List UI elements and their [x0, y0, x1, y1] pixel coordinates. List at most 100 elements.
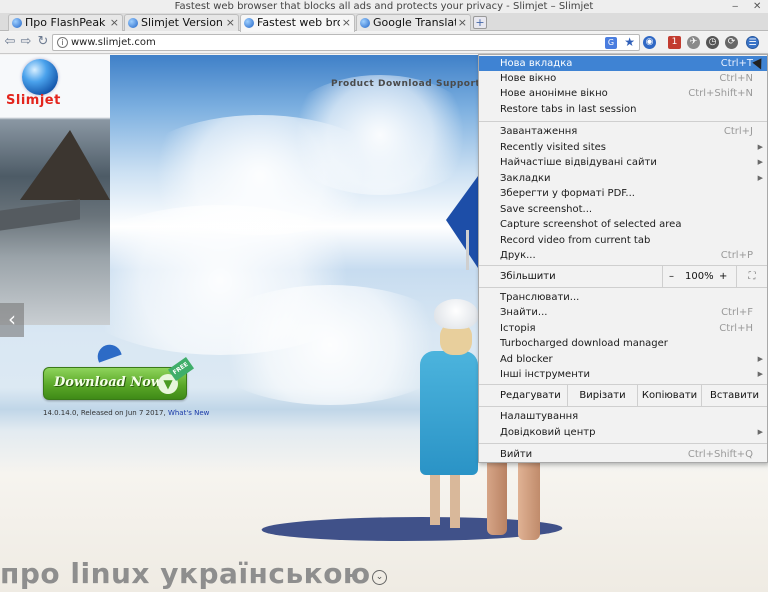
menu-item-exit[interactable]: Вийти Ctrl+Shift+Q [479, 447, 767, 462]
menu-item-new-incognito-window[interactable]: Нове анонімне вікно Ctrl+Shift+N [479, 86, 767, 101]
release-text: 14.0.14.0, Released on Jun 7 2017, [43, 409, 166, 417]
extension-plane-icon[interactable]: ✈ [687, 36, 700, 49]
tab-google-translate[interactable]: Google Translate × [356, 14, 471, 31]
menu-item-shortcut: Ctrl+T [720, 58, 753, 69]
zoom-in-button[interactable]: + [719, 266, 727, 287]
window-title: Fastest web browser that blocks all ads … [0, 0, 768, 13]
extension-globe-icon[interactable]: ◉ [643, 36, 656, 49]
zoom-label: Збільшити [500, 271, 556, 282]
whats-new-link[interactable]: What's New [168, 409, 209, 417]
nav-download[interactable]: Download [378, 79, 432, 89]
menu-item-save-screenshot[interactable]: Save screenshot... [479, 202, 767, 217]
menu-item-cast[interactable]: Транслювати... [479, 290, 767, 305]
copy-button[interactable]: Копіювати [637, 385, 701, 406]
translate-icon[interactable]: G [605, 37, 617, 49]
submenu-arrow-icon: ▶ [757, 355, 763, 363]
menu-separator [479, 287, 767, 288]
menu-item-label: Зберегти у форматі PDF... [500, 188, 635, 199]
menu-item-label: Вийти [500, 449, 533, 460]
slimjet-logo-text[interactable]: Slimjet [6, 93, 61, 108]
carousel-prev-icon[interactable]: ‹ [0, 303, 24, 337]
page-info-icon[interactable]: i [57, 37, 68, 48]
menu-item-label: Друк... [500, 250, 536, 261]
close-tab-icon[interactable]: × [226, 15, 235, 30]
new-tab-button[interactable]: + [473, 16, 487, 29]
slimjet-logo-globe-icon[interactable] [22, 59, 58, 95]
menu-item-label: Налаштування [500, 411, 579, 422]
forward-arrow-icon[interactable]: ⇨ [19, 35, 33, 49]
menu-item-history[interactable]: Історія Ctrl+H [479, 321, 767, 336]
menu-item-ad-blocker[interactable]: Ad blocker ▶ [479, 352, 767, 367]
menu-item-new-window[interactable]: Нове вікно Ctrl+N [479, 71, 767, 86]
menu-item-label: Нове анонімне вікно [500, 88, 608, 99]
menu-item-label: Нове вікно [500, 73, 557, 84]
menu-item-record-video[interactable]: Record video from current tab [479, 233, 767, 248]
back-arrow-icon[interactable]: ⇦ [3, 35, 17, 49]
menu-item-label: Закладки [500, 173, 551, 184]
tab-flashpeak[interactable]: Про FlashPeak Sli × [8, 14, 123, 31]
zoom-out-button[interactable]: – [669, 266, 674, 287]
nav-support[interactable]: Support [436, 79, 480, 89]
menu-item-recently-visited[interactable]: Recently visited sites ▶ [479, 140, 767, 155]
menu-item-settings[interactable]: Налаштування [479, 409, 767, 424]
tab-fastest-browser[interactable]: Fastest web brows × [240, 14, 355, 32]
tab-strip: Про FlashPeak Sli × Slimjet Version Hi ×… [0, 13, 768, 32]
menu-item-label: Save screenshot... [500, 204, 593, 215]
small-umbrella-shape [94, 341, 122, 363]
menu-item-label: Нова вкладка [500, 58, 573, 69]
menu-item-capture-area[interactable]: Capture screenshot of selected area [479, 217, 767, 232]
close-tab-icon[interactable]: × [458, 15, 467, 30]
slimjet-favicon-icon [12, 18, 22, 28]
chevron-down-icon[interactable]: ⌄ [372, 570, 387, 585]
menu-item-save-pdf[interactable]: Зберегти у форматі PDF... [479, 186, 767, 201]
menu-separator [479, 443, 767, 444]
menu-item-label: Знайти... [500, 307, 548, 318]
menu-item-most-visited[interactable]: Найчастіше відвідувані сайти ▶ [479, 155, 767, 170]
menu-item-shortcut: Ctrl+F [721, 307, 753, 318]
menu-item-label: Record video from current tab [500, 235, 651, 246]
menu-item-help-center[interactable]: Довідковий центр ▶ [479, 425, 767, 440]
menu-item-bookmarks[interactable]: Закладки ▶ [479, 171, 767, 186]
child-leg-shape [450, 473, 460, 528]
child-hat-shape [434, 299, 478, 329]
close-window-button[interactable]: ✕ [753, 0, 761, 13]
menu-item-downloads[interactable]: Завантаження Ctrl+J [479, 124, 767, 139]
extension-sync-icon[interactable]: ⟳ [725, 36, 738, 49]
reload-icon[interactable]: ↻ [36, 35, 50, 49]
menu-item-label: Capture screenshot of selected area [500, 219, 682, 230]
child-dress-shape [420, 351, 478, 475]
url-text[interactable]: www.slimjet.com [71, 35, 156, 50]
menu-separator [479, 121, 767, 122]
menu-item-more-tools[interactable]: Інші інструменти ▶ [479, 367, 767, 382]
child-leg-shape [430, 473, 440, 525]
cut-button[interactable]: Вирізати [567, 385, 637, 406]
paste-button[interactable]: Вставити [701, 385, 767, 406]
minimize-button[interactable]: ‒ [732, 0, 738, 13]
nav-product[interactable]: Product [331, 79, 374, 89]
download-now-button[interactable]: Download Now ▼ FREE [43, 356, 195, 400]
menu-item-print[interactable]: Друк... Ctrl+P [479, 248, 767, 263]
wrench-menu-icon[interactable]: ☰ [746, 36, 759, 49]
star-icon[interactable]: ★ [624, 35, 635, 50]
menu-item-shortcut: Ctrl+J [723, 126, 753, 137]
fullscreen-icon[interactable]: ⛶ [736, 266, 767, 287]
menu-item-restore-tabs[interactable]: Restore tabs in last session [479, 102, 767, 117]
menu-item-download-manager[interactable]: Turbocharged download manager [479, 336, 767, 351]
menu-item-label: Транслювати... [500, 292, 580, 303]
menu-edit-row: Редагувати Вирізати Копіювати Вставити [479, 385, 767, 406]
menu-item-label: Recently visited sites [500, 142, 606, 153]
menu-item-new-tab[interactable]: Нова вкладка Ctrl+T [479, 56, 767, 71]
extension-badge-icon[interactable]: 1 [668, 36, 681, 49]
tab-version-history[interactable]: Slimjet Version Hi × [124, 14, 239, 31]
submenu-arrow-icon: ▶ [757, 370, 763, 378]
address-bar[interactable]: i www.slimjet.com G ★ [52, 34, 640, 51]
close-tab-icon[interactable]: × [342, 15, 351, 30]
close-tab-icon[interactable]: × [110, 15, 119, 30]
menu-item-label: Turbocharged download manager [500, 338, 668, 349]
edit-label: Редагувати [500, 390, 561, 401]
submenu-arrow-icon: ▶ [757, 174, 763, 182]
menu-item-label: Завантаження [500, 126, 578, 137]
submenu-arrow-icon: ▶ [757, 158, 763, 166]
extension-clock-icon[interactable]: ◷ [706, 36, 719, 49]
menu-item-find[interactable]: Знайти... Ctrl+F [479, 305, 767, 320]
